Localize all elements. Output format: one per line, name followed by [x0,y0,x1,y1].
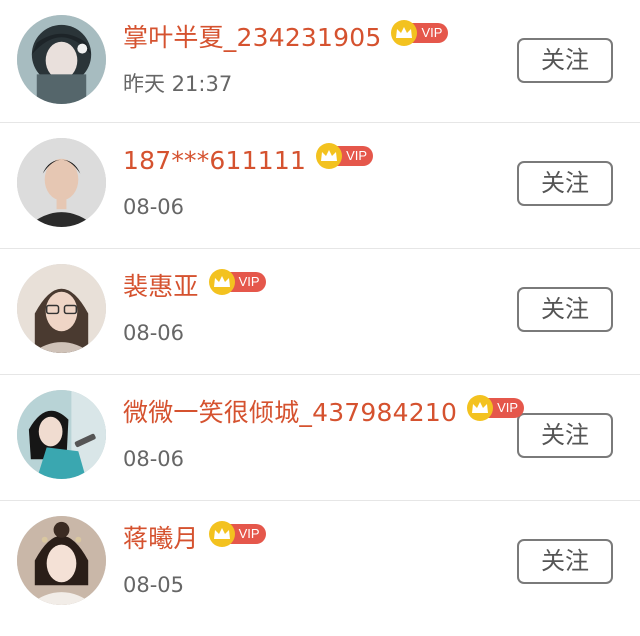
list-item[interactable]: 裴惠亚 VIP 08-06 关注 [0,249,640,375]
follower-list: 掌叶半夏_234231905 VIP 昨天 21:37 关注 187***611… [0,0,640,627]
crown-icon [208,269,235,295]
user-name[interactable]: 裴惠亚 [123,269,199,305]
list-item[interactable]: 掌叶半夏_234231905 VIP 昨天 21:37 关注 [0,0,640,123]
avatar[interactable] [17,15,106,104]
user-name[interactable]: 187***611111 [123,143,306,179]
list-item[interactable]: 187***611111 VIP 08-06 关注 [0,123,640,249]
user-name[interactable]: 微微一笑很倾城_437984210 [123,395,457,431]
follow-button[interactable]: 关注 [517,413,613,458]
follow-button[interactable]: 关注 [517,539,613,584]
follow-time: 08-05 [123,573,185,597]
list-item[interactable]: 蒋曦月 VIP 08-05 关注 [0,501,640,627]
follow-button[interactable]: 关注 [517,161,613,206]
avatar-image [17,138,106,227]
vip-badge: VIP [208,269,266,295]
follow-button[interactable]: 关注 [517,287,613,332]
crown-icon [208,521,235,547]
avatar[interactable] [17,138,106,227]
name-line: 掌叶半夏_234231905 VIP [123,20,449,56]
avatar[interactable] [17,516,106,605]
name-line: 187***611111 VIP [123,143,374,179]
name-line: 蒋曦月 VIP [123,521,266,557]
user-name[interactable]: 掌叶半夏_234231905 [123,20,381,56]
follow-time: 08-06 [123,321,185,345]
follow-time: 昨天 21:37 [123,72,233,96]
vip-badge: VIP [467,395,525,421]
avatar-image [17,516,106,605]
avatar-image [17,15,106,104]
vip-badge: VIP [208,521,266,547]
follow-time: 08-06 [123,195,185,219]
crown-icon [316,143,343,169]
follow-time: 08-06 [123,447,185,471]
avatar-image [17,264,106,353]
vip-badge: VIP [391,20,449,46]
avatar[interactable] [17,390,106,479]
follow-button[interactable]: 关注 [517,38,613,83]
name-line: 裴惠亚 VIP [123,269,266,305]
avatar-image [17,390,106,479]
list-item[interactable]: 微微一笑很倾城_437984210 VIP 08-06 关注 [0,375,640,501]
vip-badge: VIP [316,143,374,169]
avatar[interactable] [17,264,106,353]
crown-icon [467,395,494,421]
user-name[interactable]: 蒋曦月 [123,521,199,557]
name-line: 微微一笑很倾城_437984210 VIP [123,395,525,431]
